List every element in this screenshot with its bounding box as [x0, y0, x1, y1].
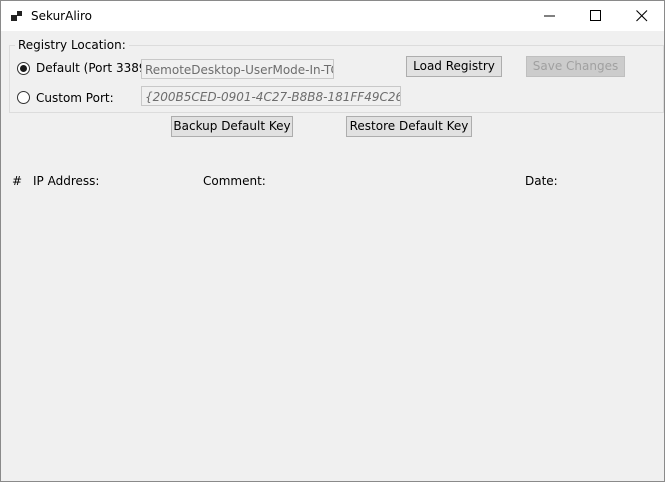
custom-port-radio[interactable]: [17, 91, 30, 104]
default-registry-key-field[interactable]: RemoteDesktop-UserMode-In-TCP: [141, 59, 334, 79]
maximize-icon: [590, 10, 601, 21]
default-port-radio[interactable]: [17, 62, 30, 75]
maximize-button[interactable]: [573, 1, 619, 31]
title-bar[interactable]: SekurAliro: [1, 1, 664, 31]
custom-port-label[interactable]: Custom Port:: [36, 91, 114, 105]
column-header-date: Date:: [525, 174, 558, 188]
column-header-number: #: [12, 174, 23, 188]
registry-location-label: Registry Location:: [15, 38, 129, 52]
custom-registry-key-field[interactable]: {200B5CED-0901-4C27-B8B8-181FF49C26A9}: [141, 86, 401, 106]
window-title: SekurAliro: [31, 9, 93, 23]
default-port-label[interactable]: Default (Port 3389):: [36, 61, 155, 75]
backup-default-key-button[interactable]: Backup Default Key: [171, 116, 293, 137]
load-registry-button[interactable]: Load Registry: [406, 56, 502, 77]
column-header-ip-address: IP Address:: [33, 174, 100, 188]
close-icon: [636, 10, 648, 22]
save-changes-button[interactable]: Save Changes: [526, 56, 625, 77]
app-window: SekurAliro Registry Location: Default (P…: [0, 0, 665, 482]
minimize-icon: [544, 15, 555, 17]
close-button[interactable]: [619, 1, 665, 31]
app-icon: [11, 11, 22, 21]
restore-default-key-button[interactable]: Restore Default Key: [346, 116, 472, 137]
minimize-button[interactable]: [527, 1, 573, 31]
column-header-comment: Comment:: [203, 174, 266, 188]
